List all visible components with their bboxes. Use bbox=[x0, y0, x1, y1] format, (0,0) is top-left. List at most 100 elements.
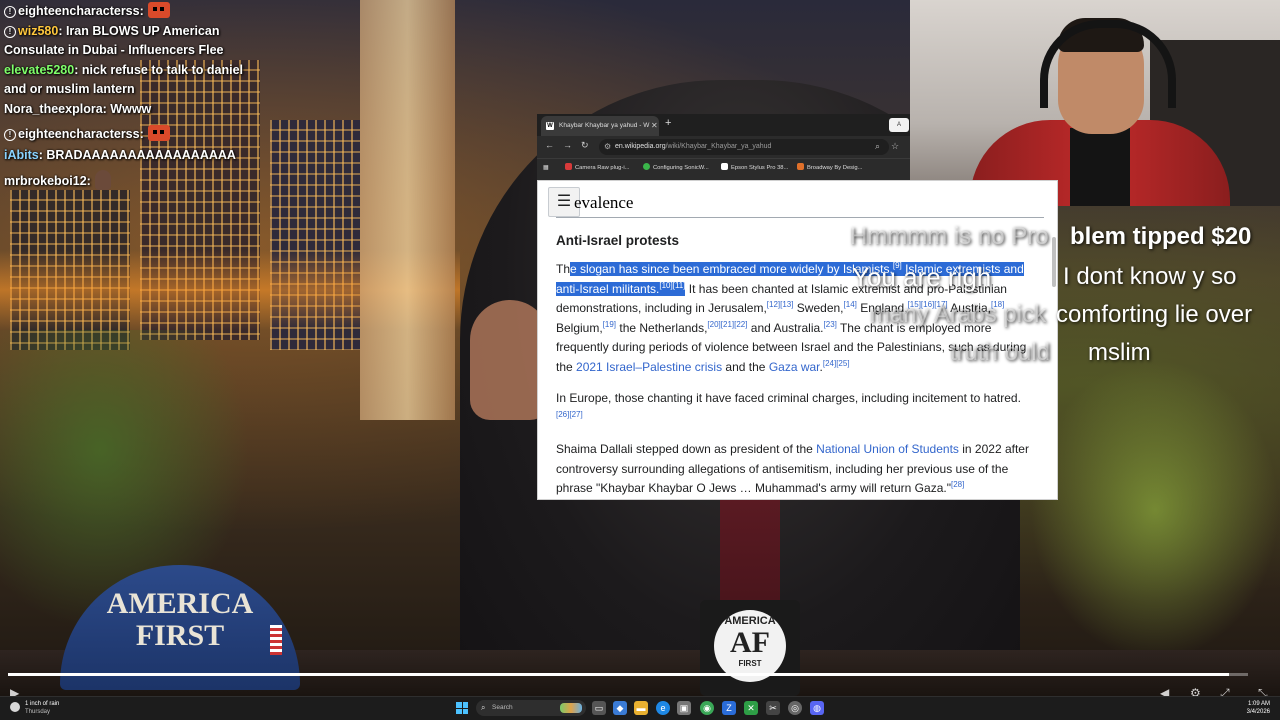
back-icon[interactable]: ← bbox=[545, 140, 554, 150]
overlay-text: blem tipped $20 bbox=[1070, 222, 1251, 252]
weather-text: 1 inch of rain bbox=[25, 701, 60, 707]
badge-icon: ! bbox=[4, 26, 16, 38]
forward-icon[interactable]: → bbox=[563, 140, 572, 150]
copilot-icon[interactable]: ◆ bbox=[613, 701, 627, 715]
emote-icon bbox=[94, 170, 111, 190]
tab-title: Khaybar Khaybar ya yahud - W bbox=[559, 122, 650, 129]
chrome-icon[interactable]: ◉ bbox=[700, 701, 714, 715]
search-highlight-icon bbox=[560, 703, 582, 713]
windows-start-icon[interactable] bbox=[456, 702, 468, 714]
bookmark-favicon-icon bbox=[643, 163, 650, 170]
chat-username: elevate5280 bbox=[4, 63, 75, 77]
chat-username: wiz580 bbox=[18, 24, 59, 38]
citation-link[interactable]: [10][11] bbox=[659, 281, 685, 290]
paragraph-text: and the bbox=[722, 359, 769, 374]
citation-link[interactable]: [14] bbox=[844, 300, 857, 309]
video-progress-fill bbox=[8, 673, 1230, 676]
browser-tab[interactable]: W Khaybar Khaybar ya yahud - W ✕ bbox=[541, 116, 659, 136]
overlay-text-ghost: Hmmmm is no Pro bbox=[850, 223, 1049, 250]
citation-link[interactable]: [12][13] bbox=[767, 300, 794, 309]
task-view-icon[interactable]: ▭ bbox=[592, 701, 606, 715]
bookmark-favicon-icon bbox=[797, 163, 804, 170]
chat-username: eighteencharacterss bbox=[18, 127, 140, 141]
url-domain: en.wikipedia.org bbox=[615, 143, 666, 150]
xbox-icon[interactable]: ✕ bbox=[744, 701, 758, 715]
headphones-icon bbox=[1040, 20, 1176, 108]
bookmark-item[interactable]: Epson Stylus Pro 38... bbox=[721, 162, 788, 174]
bookmark-star-icon[interactable]: ☆ bbox=[891, 141, 899, 152]
chat-message: iAbits: BRADAAAAAAAAAAAAAAAAA bbox=[4, 148, 236, 162]
article-link[interactable]: National Union of Students bbox=[816, 442, 959, 456]
bookmark-item[interactable]: Configuring SonicW... bbox=[643, 162, 709, 174]
studio-pillar bbox=[360, 0, 455, 420]
chat-message: Nora_theexplora: Wwww bbox=[4, 102, 152, 116]
new-tab-button[interactable]: + bbox=[665, 117, 671, 129]
site-info-icon[interactable]: ⚙ bbox=[604, 139, 611, 155]
citation-link[interactable]: [28] bbox=[951, 480, 964, 489]
taskbar-search[interactable]: ⌕ Search bbox=[476, 700, 586, 716]
bookmark-label: Configuring SonicW... bbox=[653, 165, 709, 171]
url-field[interactable]: ⚙ en.wikipedia.org/wiki/Khaybar_Khaybar_… bbox=[599, 139, 889, 155]
reload-icon[interactable]: ↻ bbox=[581, 140, 589, 151]
wikipedia-icon: W bbox=[546, 122, 554, 130]
chat-username: eighteencharacterss bbox=[18, 4, 140, 18]
paragraph: In Europe, those chanting it have faced … bbox=[556, 389, 1034, 428]
chat-username: iAbits bbox=[4, 148, 39, 162]
flag-patch bbox=[270, 625, 282, 655]
mug-logo-bottom: FIRST bbox=[738, 659, 762, 668]
app-icon[interactable]: Z bbox=[722, 701, 736, 715]
chat-message: mrbrokeboi12: bbox=[4, 170, 254, 191]
overlay-text: comforting lie over bbox=[1056, 301, 1253, 328]
tab-search-button[interactable]: A bbox=[889, 118, 909, 132]
chat-message: ! wiz580: Iran BLOWS UP American Consulat… bbox=[4, 24, 224, 57]
apps-icon[interactable]: ▦ bbox=[543, 162, 548, 174]
paragraph-text: Th bbox=[556, 262, 571, 276]
plant bbox=[1030, 360, 1280, 660]
section-heading: evalence bbox=[574, 193, 634, 212]
close-icon[interactable]: ✕ bbox=[651, 116, 658, 136]
obs-icon[interactable]: ◎ bbox=[788, 701, 802, 715]
scrollbar[interactable] bbox=[1052, 237, 1056, 287]
system-clock[interactable]: 1:09 AM 3/4/2026 bbox=[1247, 700, 1270, 716]
store-icon[interactable]: ▣ bbox=[677, 701, 691, 715]
weather-icon bbox=[10, 702, 20, 712]
cap-text: AMERICA FIRST bbox=[100, 588, 260, 652]
overlay-text-ghost: many Arabs pick bbox=[870, 301, 1047, 328]
cap-text-line2: FIRST bbox=[135, 619, 225, 652]
citation-link[interactable]: [26][27] bbox=[556, 410, 583, 419]
bookmark-item[interactable]: Broadway By Desig... bbox=[797, 162, 862, 174]
discord-icon[interactable]: ◍ bbox=[810, 701, 824, 715]
zoom-icon[interactable]: ⌕ bbox=[875, 141, 880, 152]
bookmark-favicon-icon bbox=[721, 163, 728, 170]
chat-username: Nora_theexplora bbox=[4, 102, 103, 116]
emote-icon bbox=[147, 125, 170, 141]
bookmark-label: Camera Raw plug-i... bbox=[575, 165, 630, 171]
bookmark-item[interactable]: Camera Raw plug-i... bbox=[565, 162, 629, 174]
subsection-heading: Anti-Israel protests bbox=[556, 233, 680, 248]
edge-icon[interactable]: e bbox=[656, 701, 670, 715]
chat-text: BRADAAAAAAAAAAAAAAAAA bbox=[46, 148, 236, 162]
citation-link[interactable]: [20][21][22] bbox=[707, 320, 747, 329]
article-link[interactable]: 2021 Israel–Palestine crisis bbox=[576, 360, 722, 374]
chat-message: ! eighteencharacterss: bbox=[4, 125, 254, 144]
paragraph-text: Sweden, bbox=[793, 301, 844, 315]
paragraph-text: the Netherlands, bbox=[616, 320, 708, 335]
video-progress-bar[interactable] bbox=[8, 673, 1248, 676]
citation-link[interactable]: [19] bbox=[603, 320, 616, 329]
citation-link[interactable]: [24][25] bbox=[823, 359, 850, 368]
overlay-text-highlight: You are righ bbox=[852, 262, 992, 292]
bookmark-favicon-icon bbox=[565, 163, 572, 170]
mug-logo-af: AF bbox=[730, 626, 770, 659]
badge-icon: ! bbox=[4, 129, 16, 141]
article-link[interactable]: Gaza war bbox=[769, 360, 820, 374]
tools-icon[interactable]: ✂ bbox=[766, 701, 780, 715]
search-icon: ⌕ bbox=[481, 703, 486, 712]
browser-window: W Khaybar Khaybar ya yahud - W ✕ + A ← →… bbox=[537, 114, 910, 180]
bookmarks-bar: ▦ Camera Raw plug-i... Configuring Sonic… bbox=[537, 158, 910, 177]
paragraph: Shaima Dallali stepped down as president… bbox=[556, 440, 1034, 499]
paragraph-text: e slogan has since been embraced more wi… bbox=[570, 262, 893, 276]
emote-icon bbox=[147, 2, 170, 18]
file-explorer-icon[interactable]: ▬ bbox=[634, 701, 648, 715]
citation-link[interactable]: [23] bbox=[824, 320, 837, 329]
cap-text-line1: AMERICA bbox=[106, 587, 254, 620]
